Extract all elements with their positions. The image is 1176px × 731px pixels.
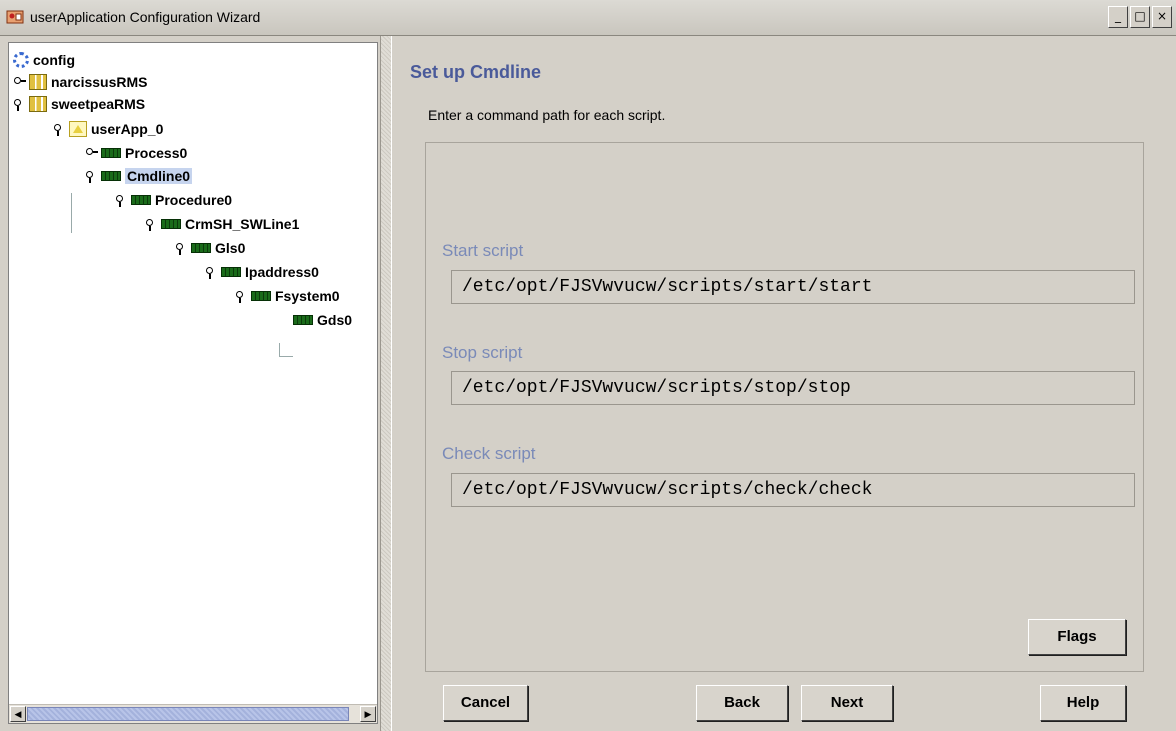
tree-item-label: Fsystem0 (275, 288, 340, 304)
resource-icon (101, 171, 121, 181)
check-script-field[interactable]: /etc/opt/FJSVwvucw/scripts/check/check (451, 473, 1135, 507)
tree-connector (279, 356, 293, 357)
tree-item-gls0[interactable]: Gls0 (175, 237, 245, 259)
tree-item-narcissusrms[interactable]: narcissusRMS (13, 71, 147, 93)
tree-item-gds0[interactable]: Gds0 (293, 309, 352, 331)
close-button[interactable]: × (1152, 6, 1172, 28)
expand-handle-icon[interactable] (85, 147, 98, 159)
title-bar: userApplication Configuration Wizard _ □… (0, 0, 1176, 36)
page-description: Enter a command path for each script. (428, 107, 666, 123)
cancel-button[interactable]: Cancel (443, 685, 528, 721)
config-icon (13, 52, 29, 68)
tree-item-label: narcissusRMS (51, 74, 148, 90)
expand-handle-icon[interactable] (13, 76, 26, 88)
resource-icon (191, 243, 211, 253)
collapse-handle-icon[interactable] (175, 242, 187, 255)
pane-splitter[interactable] (380, 36, 392, 731)
collapse-handle-icon[interactable] (13, 98, 25, 111)
stop-script-label: Stop script (442, 343, 523, 362)
resource-icon (221, 267, 241, 277)
collapse-handle-icon[interactable] (85, 170, 97, 183)
scroll-left-arrow-icon[interactable]: ◀ (10, 706, 26, 722)
help-button[interactable]: Help (1040, 685, 1126, 721)
rms-icon (29, 96, 47, 112)
tree-item-label: Procedure0 (155, 192, 233, 208)
scroll-right-arrow-icon[interactable]: ▶ (360, 706, 376, 722)
collapse-handle-icon[interactable] (145, 218, 157, 231)
tree-item-sweetpearms[interactable]: sweetpeaRMS (13, 93, 145, 115)
tree-connector (71, 193, 72, 233)
resource-tree[interactable]: config narcissusRMS sweetpeaRMS userApp_… (8, 42, 378, 724)
maximize-button[interactable]: □ (1130, 6, 1150, 28)
tree-item-label: Gls0 (215, 240, 246, 256)
collapse-handle-icon[interactable] (205, 266, 217, 279)
tree-item-crmsh-swline1[interactable]: CrmSH_SWLine1 (145, 213, 299, 235)
tree-item-process0[interactable]: Process0 (85, 142, 187, 164)
collapse-handle-icon[interactable] (115, 194, 127, 207)
start-script-label: Start script (442, 241, 524, 260)
horizontal-scrollbar[interactable]: ◀ ▶ (9, 704, 377, 723)
stop-script-field[interactable]: /etc/opt/FJSVwvucw/scripts/stop/stop (451, 371, 1135, 405)
tree-item-label-selected: Cmdline0 (125, 168, 193, 184)
userapp-icon (69, 121, 87, 137)
resource-icon (161, 219, 181, 229)
scroll-thumb[interactable] (27, 707, 349, 721)
tree-connector (279, 343, 280, 357)
resource-icon (101, 148, 121, 158)
start-script-field[interactable]: /etc/opt/FJSVwvucw/scripts/start/start (451, 270, 1135, 304)
tree-item-fsystem0[interactable]: Fsystem0 (235, 285, 340, 307)
back-button[interactable]: Back (696, 685, 788, 721)
resource-icon (131, 195, 151, 205)
tree-item-procedure0[interactable]: Procedure0 (115, 189, 232, 211)
tree-item-label: sweetpeaRMS (51, 96, 146, 112)
resource-icon (251, 291, 271, 301)
tree-item-label: Gds0 (317, 312, 353, 328)
page-title: Set up Cmdline (410, 62, 542, 82)
tree-item-ipaddress0[interactable]: Ipaddress0 (205, 261, 319, 283)
window-title: userApplication Configuration Wizard (30, 9, 261, 25)
collapse-handle-icon[interactable] (235, 290, 247, 303)
tree-item-label: config (33, 52, 75, 68)
tree-item-cmdline0[interactable]: Cmdline0 (85, 165, 193, 187)
tree-item-label: Process0 (125, 145, 188, 161)
check-script-label: Check script (442, 444, 536, 463)
tree-item-config[interactable]: config (13, 49, 75, 71)
resource-icon (293, 315, 313, 325)
flags-button[interactable]: Flags (1028, 619, 1126, 655)
collapse-handle-icon[interactable] (53, 123, 65, 136)
rms-icon (29, 74, 47, 90)
script-settings-group (425, 142, 1144, 672)
tree-item-label: CrmSH_SWLine1 (185, 216, 300, 232)
tree-item-userapp[interactable]: userApp_0 (53, 118, 163, 140)
tree-item-label: userApp_0 (91, 121, 164, 137)
tree-item-label: Ipaddress0 (245, 264, 319, 280)
minimize-button[interactable]: _ (1108, 6, 1128, 28)
app-icon (6, 10, 24, 24)
next-button[interactable]: Next (801, 685, 893, 721)
